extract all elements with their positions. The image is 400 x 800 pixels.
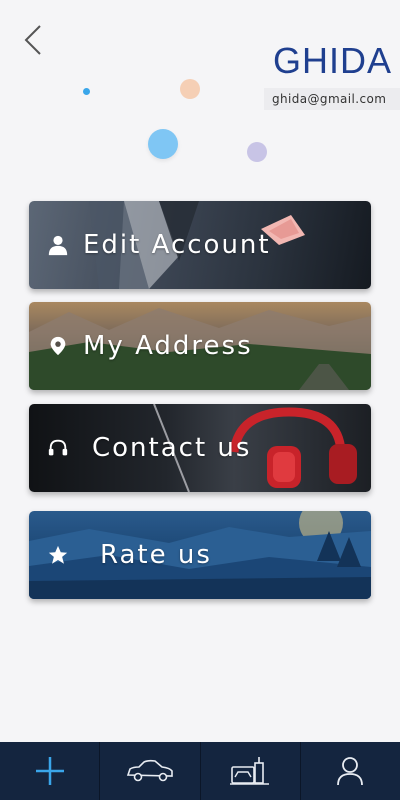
car-wash-icon [230,757,270,785]
decorative-dot [247,142,267,162]
car-icon [126,759,173,782]
decorative-dot [83,88,90,95]
contact-us-card[interactable]: Contact us [29,404,371,492]
edit-account-label: Edit Account [83,230,271,260]
nav-car-wash-button[interactable] [201,742,301,800]
decorative-dot [148,129,178,159]
rate-us-card[interactable]: Rate us [29,511,371,599]
decorative-dot [180,79,200,99]
my-address-card[interactable]: My Address [29,302,371,390]
edit-account-card[interactable]: Edit Account [29,201,371,289]
bottom-navigation [0,742,400,800]
user-icon [48,235,68,256]
nav-profile-button[interactable] [301,742,400,800]
plus-icon [35,757,64,785]
profile-icon [337,757,364,786]
location-pin-icon [50,336,66,356]
profile-email: ghida@gmail.com [264,88,400,110]
back-button[interactable] [20,22,48,58]
contact-us-label: Contact us [92,433,252,463]
my-address-label: My Address [83,331,253,361]
chevron-left-icon [24,25,41,55]
nav-car-button[interactable] [100,742,201,800]
rate-us-label: Rate us [100,540,212,570]
headphones-icon [48,439,68,456]
star-icon [48,545,68,564]
nav-add-button[interactable] [0,742,101,800]
profile-name: GHIDA [272,40,392,81]
